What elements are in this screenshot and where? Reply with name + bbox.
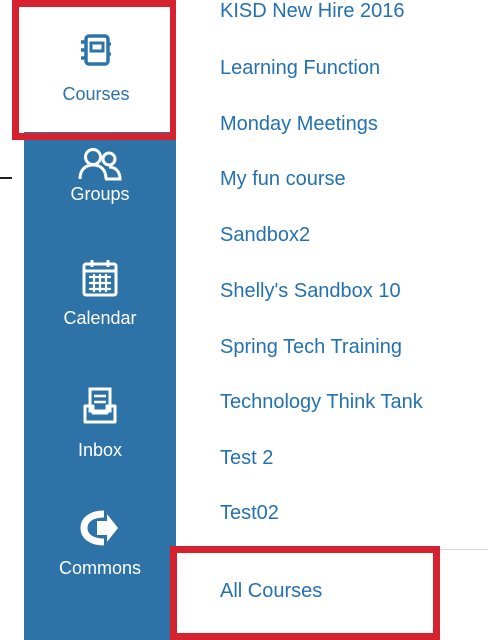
global-nav-item-courses[interactable]: Courses xyxy=(24,30,168,105)
course-link[interactable]: Sandbox2 xyxy=(220,224,310,247)
commons-arrow-icon xyxy=(80,510,118,546)
course-link[interactable]: Test02 xyxy=(220,502,279,525)
course-link[interactable]: My fun course xyxy=(220,168,346,191)
calendar-icon xyxy=(82,260,118,297)
course-link[interactable]: Learning Function xyxy=(220,57,380,80)
course-link[interactable]: Monday Meetings xyxy=(220,113,378,136)
course-link[interactable]: Test 2 xyxy=(220,447,273,470)
edge-tick-mark xyxy=(0,177,12,179)
global-nav-item-groups[interactable]: Groups xyxy=(24,146,176,205)
global-nav-item-inbox[interactable]: Inbox xyxy=(24,386,176,461)
global-nav-label-courses: Courses xyxy=(62,84,130,104)
courses-tray: KISD New Hire 2016 Learning Function Mon… xyxy=(176,0,488,640)
global-nav-item-commons[interactable]: Commons xyxy=(24,510,176,579)
course-link[interactable]: KISD New Hire 2016 xyxy=(220,0,405,23)
canvas-screen: Courses Groups Calendar Inbox Commons KI… xyxy=(0,0,488,640)
tray-divider xyxy=(176,549,488,550)
all-courses-link[interactable]: All Courses xyxy=(220,580,322,603)
groups-people-icon xyxy=(78,148,122,181)
course-link[interactable]: Technology Think Tank xyxy=(220,391,423,414)
courses-notebook-icon xyxy=(81,34,111,66)
global-nav-item-calendar[interactable]: Calendar xyxy=(24,258,176,329)
course-link[interactable]: Shelly's Sandbox 10 xyxy=(220,280,401,303)
global-nav-label-inbox: Inbox xyxy=(77,440,123,460)
global-nav-label-calendar: Calendar xyxy=(63,308,137,328)
course-link[interactable]: Spring Tech Training xyxy=(220,336,402,359)
global-nav-label-commons: Commons xyxy=(58,558,142,578)
inbox-tray-icon xyxy=(83,387,117,424)
global-nav-label-groups: Groups xyxy=(70,184,130,204)
